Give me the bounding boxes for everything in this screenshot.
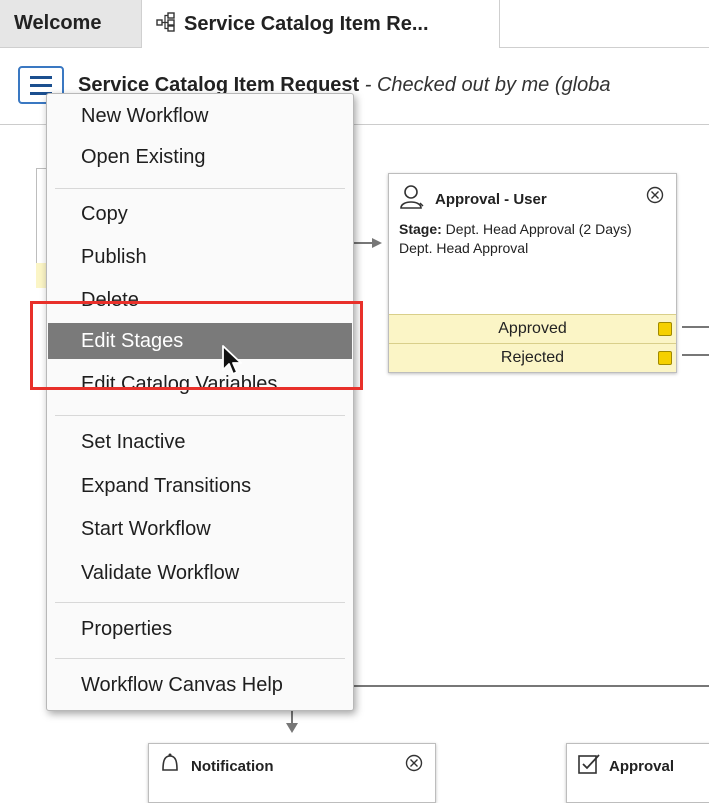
connector-arrow [372,238,382,248]
menu-item-properties[interactable]: Properties [48,611,352,647]
menu-item-start-workflow[interactable]: Start Workflow [48,511,352,547]
connector-line [682,326,709,328]
workflow-actions-menu: New Workflow Open Existing Copy Publish … [46,93,354,711]
activity-header: Approval [577,752,674,780]
transition-rejected[interactable]: Rejected [389,343,676,372]
hamburger-icon-bar [30,84,52,87]
transition-label: Rejected [500,349,565,366]
menu-item-expand-transitions[interactable]: Expand Transitions [48,468,352,504]
activity-title: Approval [609,757,675,775]
workflow-icon [156,11,178,37]
menu-item-open-existing[interactable]: Open Existing [48,139,352,175]
activity-description: Dept. Head Approval [399,240,529,256]
transition-port[interactable] [658,351,672,365]
connector-line [350,685,709,687]
menu-item-workflow-canvas-help[interactable]: Workflow Canvas Help [48,667,352,703]
tab-welcome[interactable]: Welcome [0,0,142,48]
menu-item-validate-workflow[interactable]: Validate Workflow [48,555,352,591]
menu-item-set-inactive[interactable]: Set Inactive [48,424,352,460]
transition-approved[interactable]: Approved [389,314,676,343]
tab-service-catalog-label: Service Catalog Item Re... [184,12,429,35]
stage-value: Dept. Head Approval (2 Days) [441,221,632,237]
close-icon[interactable] [405,754,423,777]
activity-header: Approval - User [399,184,547,214]
transition-label: Approved [498,320,567,337]
close-icon[interactable] [646,186,664,209]
menu-item-new-workflow[interactable]: New Workflow [48,98,352,134]
user-icon [399,184,427,214]
activity-title: Approval - User [435,190,547,208]
activity-approval-2[interactable]: Approval [566,743,709,803]
checkbox-icon [577,752,601,780]
menu-separator [55,658,345,659]
activity-title: Notification [191,757,274,775]
stage-label: Stage: [399,221,442,237]
tab-service-catalog[interactable]: Service Catalog Item Re... [142,0,500,48]
menu-separator [55,188,345,189]
activity-header: Notification [159,752,274,780]
tab-bar: Welcome Service Catalog Item Re... [0,0,709,48]
menu-separator [55,415,345,416]
tab-welcome-label: Welcome [14,12,102,34]
bell-icon [159,752,181,780]
checkout-status: - Checked out by me (globa [359,74,611,96]
menu-item-publish[interactable]: Publish [48,239,352,275]
connector-arrow [286,723,298,733]
activity-approval-user[interactable]: Approval - User Stage: Dept. Head Approv… [388,173,677,373]
hamburger-icon [30,76,52,79]
menu-separator [55,602,345,603]
activity-notification[interactable]: Notification [148,743,436,803]
annotation-highlight-box [30,301,363,390]
mouse-cursor-icon [221,344,247,378]
menu-item-copy[interactable]: Copy [48,196,352,232]
transition-port[interactable] [658,322,672,336]
connector-line [682,354,709,356]
activity-body: Stage: Dept. Head Approval (2 Days) Dept… [399,220,668,258]
